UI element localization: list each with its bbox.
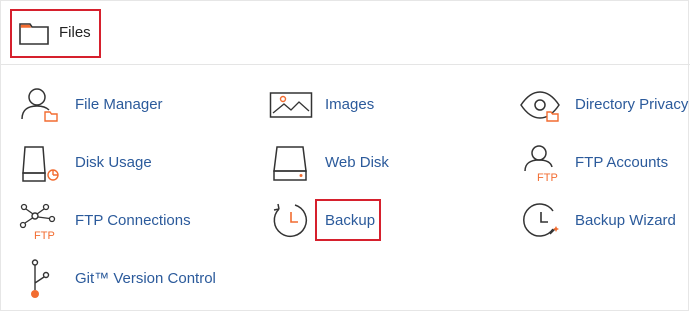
file-manager-icon: [21, 88, 58, 122]
ftp-badge-text: FTP: [34, 230, 55, 241]
ftp-accounts-link[interactable]: FTP FTP Accounts: [519, 143, 689, 183]
ftp-badge-text: FTP: [537, 172, 558, 183]
section-title: Files: [59, 24, 91, 41]
ftp-accounts-icon: FTP: [524, 145, 558, 183]
disk-usage-icon: [22, 146, 59, 182]
backup-wizard-label: Backup Wizard: [575, 212, 676, 229]
images-label: Images: [325, 96, 375, 113]
images-icon: [269, 92, 313, 118]
files-panel: Files File Manager Images Directory Priv…: [0, 0, 690, 311]
backup-icon: [273, 203, 308, 238]
directory-privacy-icon: [520, 91, 560, 122]
ftp-accounts-label: FTP Accounts: [575, 154, 669, 171]
git-version-control-link[interactable]: Git™ Version Control: [19, 259, 239, 299]
disk-usage-label: Disk Usage: [75, 154, 152, 171]
directory-privacy-label: Directory Privacy: [575, 96, 689, 113]
backup-wizard-icon: [523, 203, 559, 237]
file-manager-label: File Manager: [75, 96, 163, 113]
web-disk-link[interactable]: Web Disk: [269, 143, 429, 183]
images-link[interactable]: Images: [269, 85, 429, 125]
git-version-control-label: Git™ Version Control: [75, 270, 216, 287]
ftp-connections-label: FTP Connections: [75, 212, 191, 229]
directory-privacy-link[interactable]: Directory Privacy: [519, 85, 689, 125]
files-section-header: Files: [1, 1, 690, 65]
git-icon: [31, 259, 50, 298]
file-manager-link[interactable]: File Manager: [19, 85, 219, 125]
ftp-connections-icon: FTP: [19, 203, 56, 241]
folder-icon: [19, 23, 49, 45]
web-disk-label: Web Disk: [325, 154, 389, 171]
backup-highlight-box: [315, 199, 381, 241]
backup-wizard-link[interactable]: Backup Wizard: [519, 201, 689, 241]
ftp-connections-link[interactable]: FTP FTP Connections: [19, 201, 219, 241]
disk-usage-link[interactable]: Disk Usage: [19, 143, 219, 183]
web-disk-icon: [273, 146, 307, 181]
